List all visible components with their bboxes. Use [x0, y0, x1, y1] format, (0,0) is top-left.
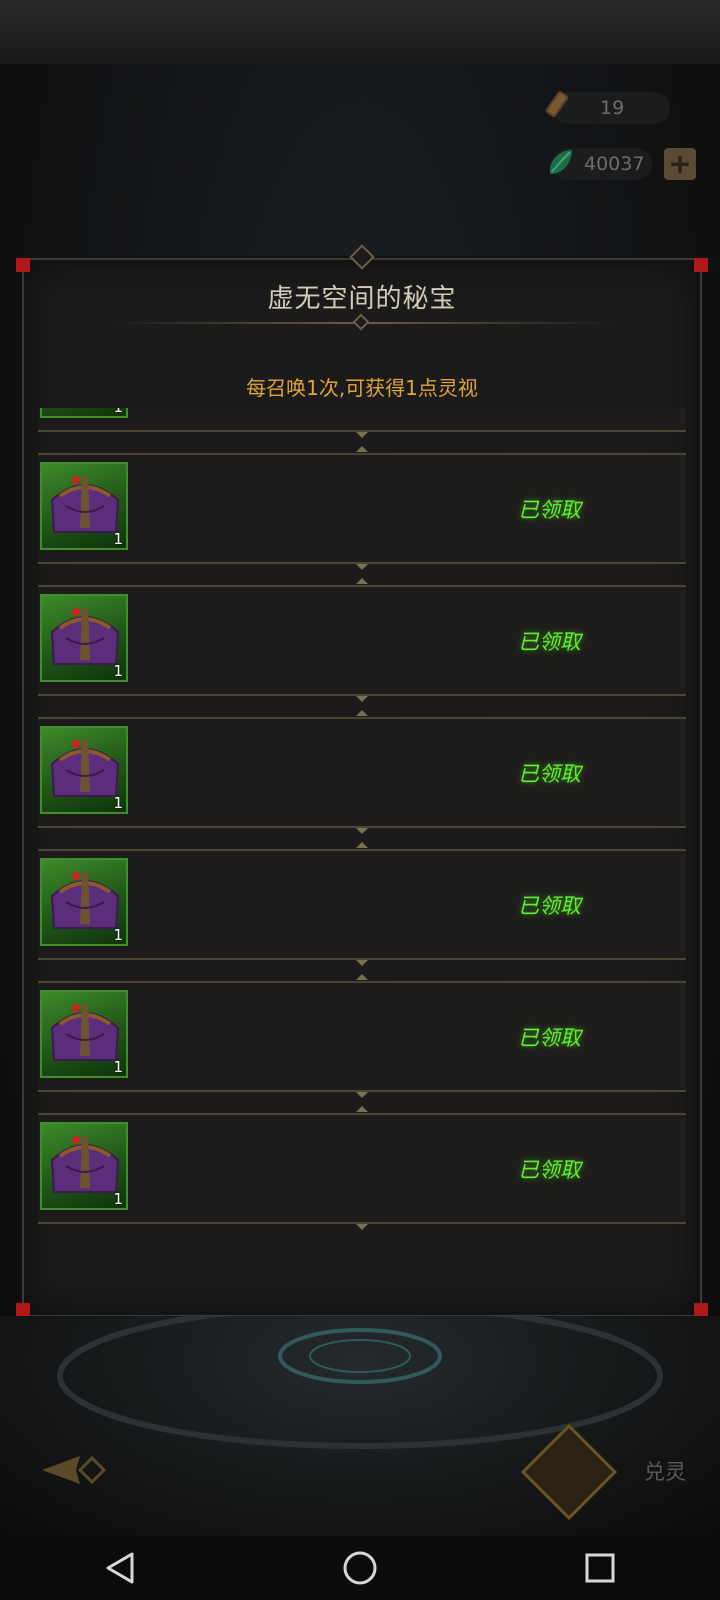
reward-list[interactable]: 1 1 已领取 — [38, 408, 686, 1280]
row-divider-chevron — [356, 564, 368, 570]
claimed-status: 已领取 — [518, 894, 581, 918]
reward-chest-item[interactable]: 1 — [40, 462, 128, 550]
corner-ornament — [694, 1303, 708, 1317]
dialog-title: 虚无空间的秘宝 — [267, 284, 457, 314]
nav-back-button[interactable] — [60, 1536, 180, 1600]
row-divider-chevron — [356, 1224, 368, 1230]
row-divider-chevron — [356, 1092, 368, 1098]
row-divider-chevron — [356, 696, 368, 702]
item-count: 1 — [113, 1190, 123, 1208]
reward-row: 1 已领取 — [38, 710, 686, 834]
reward-chest-item[interactable]: 1 — [40, 726, 128, 814]
reward-chest-item[interactable]: 1 — [40, 1122, 128, 1210]
item-count: 1 — [113, 408, 123, 416]
home-circle-icon — [343, 1551, 377, 1585]
row-divider — [38, 717, 686, 719]
system-nav-bar — [0, 1536, 720, 1600]
jade-counter: 40037 — [549, 148, 652, 180]
item-count: 1 — [113, 926, 123, 944]
exchange-spirit-label[interactable]: 兑灵 — [644, 1456, 686, 1486]
summon-circle-area — [0, 1316, 720, 1536]
reward-chest-item[interactable]: 1 — [40, 594, 128, 682]
scroll-icon — [545, 91, 569, 118]
item-count: 1 — [113, 794, 123, 812]
recents-square-icon — [585, 1553, 615, 1583]
reward-row: 1 已领取 — [38, 842, 686, 966]
row-divider-chevron — [356, 974, 368, 980]
reward-row: 1 — [38, 408, 686, 438]
item-count: 1 — [113, 530, 123, 548]
jade-count: 40037 — [584, 153, 645, 175]
claimed-status: 已领取 — [518, 762, 581, 786]
reward-chest-item[interactable]: 1 — [40, 858, 128, 946]
reward-chest-item[interactable]: 1 — [40, 990, 128, 1078]
item-count: 1 — [113, 1058, 123, 1076]
nav-home-button[interactable] — [300, 1536, 420, 1600]
row-divider — [38, 585, 686, 587]
scroll-count: 19 — [600, 97, 625, 119]
row-divider — [38, 453, 686, 455]
add-jade-button[interactable]: + — [664, 148, 696, 180]
row-divider-chevron — [356, 1106, 368, 1112]
claimed-status: 已领取 — [518, 1026, 581, 1050]
dialog-subtitle: 每召唤1次,可获得1点灵视 — [246, 376, 478, 400]
row-divider-chevron — [356, 446, 368, 452]
reward-row: 1 已领取 — [38, 1106, 686, 1230]
row-divider-chevron — [356, 960, 368, 966]
row-divider-chevron — [356, 842, 368, 848]
reward-row: 1 已领取 — [38, 974, 686, 1098]
title-divider-gem — [352, 313, 370, 331]
reward-chest-item[interactable]: 1 — [40, 408, 128, 418]
reward-row: 1 已领取 — [38, 578, 686, 702]
scroll-counter: 19 — [545, 91, 670, 124]
item-count: 1 — [113, 662, 123, 680]
back-arrow-icon[interactable] — [40, 1452, 110, 1488]
claimed-status: 已领取 — [518, 630, 581, 654]
corner-ornament — [16, 1303, 30, 1317]
row-divider-chevron — [356, 710, 368, 716]
jade-leaf-icon — [549, 150, 572, 174]
top-banner — [0, 0, 720, 66]
row-divider — [38, 1113, 686, 1115]
row-divider-chevron — [356, 578, 368, 584]
reward-dialog: 虚无空间的秘宝 每召唤1次,可获得1点灵视 1 已领取 1 已领取 1 已领取 … — [16, 244, 708, 1317]
claimed-status: 已领取 — [518, 1158, 581, 1182]
row-divider — [38, 849, 686, 851]
nav-recents-button[interactable] — [540, 1536, 660, 1600]
back-triangle-icon — [106, 1552, 134, 1584]
corner-ornament — [16, 258, 30, 272]
row-divider-chevron — [356, 828, 368, 834]
row-divider — [38, 981, 686, 983]
reward-row: 1 已领取 — [38, 446, 686, 570]
corner-ornament — [694, 258, 708, 272]
summon-circle-icon — [57, 1316, 663, 1449]
row-divider-chevron — [356, 432, 368, 438]
claimed-status: 已领取 — [518, 498, 581, 522]
